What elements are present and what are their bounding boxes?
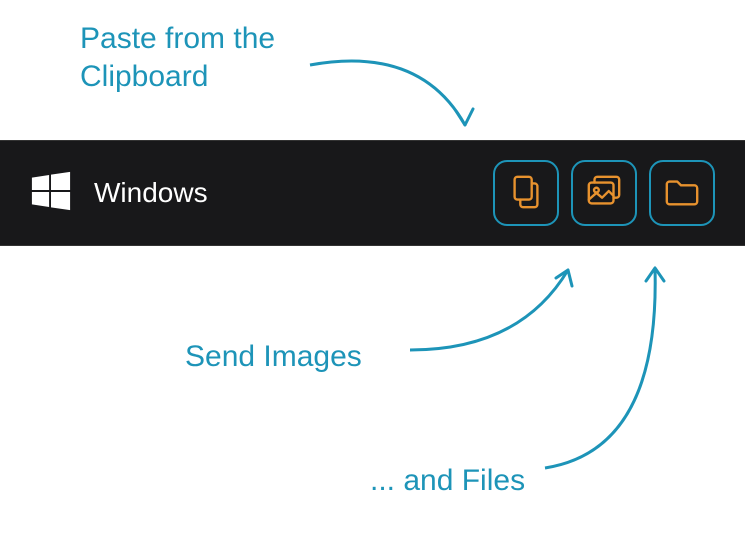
clipboard-icon xyxy=(507,173,545,214)
send-files-button[interactable] xyxy=(649,160,715,226)
device-label: Windows xyxy=(94,177,208,209)
device-toolbar: Windows xyxy=(0,140,745,246)
action-buttons xyxy=(493,160,715,226)
windows-logo-icon xyxy=(30,170,72,217)
arrow-images xyxy=(400,250,590,360)
annotation-files: ... and Files xyxy=(370,462,525,500)
folder-icon xyxy=(663,173,701,214)
paste-clipboard-button[interactable] xyxy=(493,160,559,226)
images-icon xyxy=(585,173,623,214)
arrow-files xyxy=(535,250,705,475)
arrow-clipboard xyxy=(300,35,490,145)
annotation-images-text: Send Images xyxy=(185,340,362,373)
device-section: Windows xyxy=(30,170,208,217)
annotation-clipboard-text: Paste from the Clipboard xyxy=(80,22,275,93)
send-images-button[interactable] xyxy=(571,160,637,226)
annotation-files-text: ... and Files xyxy=(370,464,525,497)
annotation-clipboard: Paste from the Clipboard xyxy=(80,20,275,95)
annotation-images: Send Images xyxy=(185,338,362,376)
